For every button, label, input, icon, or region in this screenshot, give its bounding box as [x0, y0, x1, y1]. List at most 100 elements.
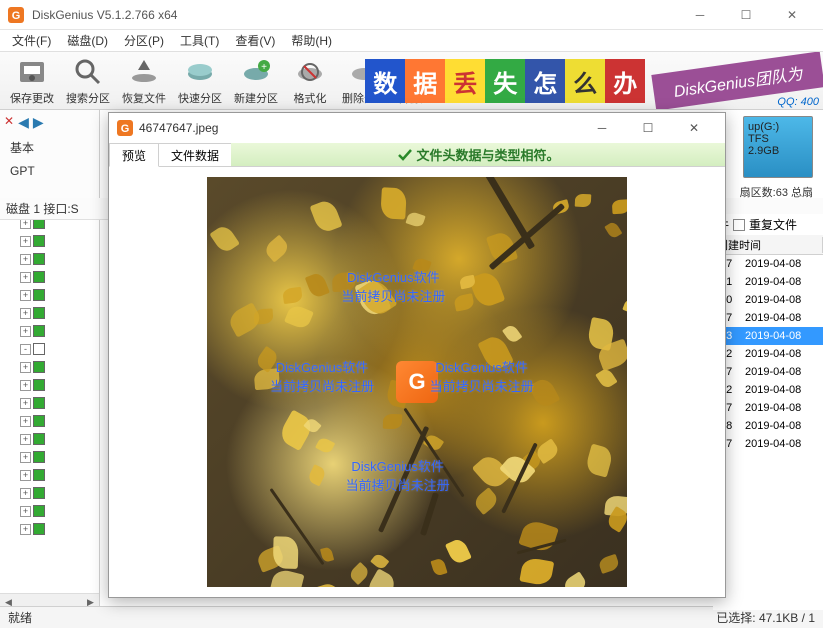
tree-color-icon [33, 487, 45, 499]
expand-icon[interactable]: + [20, 326, 31, 337]
expand-icon[interactable]: + [20, 290, 31, 301]
file-row[interactable]: :012019-04-08 [713, 273, 823, 291]
tree-row[interactable]: + [0, 304, 99, 322]
tree-row[interactable]: + [0, 412, 99, 430]
dup-label: 重复文件 [749, 216, 797, 233]
svg-text:G: G [121, 123, 130, 135]
file-row[interactable]: :272019-04-08 [713, 363, 823, 381]
expand-icon[interactable]: + [20, 380, 31, 391]
tree-row[interactable]: + [0, 376, 99, 394]
tree-row[interactable]: + [0, 232, 99, 250]
tree-row[interactable]: + [0, 430, 99, 448]
tree-row[interactable]: + [0, 502, 99, 520]
banner-char: 据 [405, 59, 445, 103]
preview-content: G DiskGenius软件当前拷贝尚未注册 DiskGenius软件当前拷贝尚… [109, 167, 725, 597]
preview-close[interactable]: ✕ [671, 113, 717, 143]
tree-row[interactable]: + [0, 520, 99, 538]
watermark: DiskGenius软件当前拷贝尚未注册 [270, 357, 374, 395]
file-row[interactable]: :132019-04-08 [713, 327, 823, 345]
svg-text:+: + [261, 62, 267, 73]
tree-row[interactable]: + [0, 286, 99, 304]
expand-icon[interactable]: + [20, 470, 31, 481]
expand-icon[interactable]: + [20, 398, 31, 409]
tab-preview[interactable]: 预览 [109, 143, 159, 167]
partition-size: 2.9GB [748, 145, 808, 157]
format-icon [294, 56, 326, 88]
expand-icon[interactable]: + [20, 362, 31, 373]
check-icon [397, 147, 413, 163]
expand-icon[interactable]: + [20, 272, 31, 283]
partition-name: up(G:) [748, 121, 808, 133]
expand-icon[interactable]: + [20, 452, 31, 463]
menu-help[interactable]: 帮助(H) [283, 30, 340, 51]
left-gpt[interactable]: GPT [0, 160, 99, 182]
left-basic[interactable]: 基本 [0, 135, 99, 160]
dup-checkbox[interactable] [733, 219, 745, 231]
tree-color-icon [33, 433, 45, 445]
expand-icon[interactable]: + [20, 308, 31, 319]
tree-color-icon [33, 235, 45, 247]
partition-block[interactable]: up(G:) TFS 2.9GB [743, 116, 813, 178]
tree-row[interactable]: + [0, 358, 99, 376]
tool-new[interactable]: +新建分区 [228, 54, 284, 108]
tree-color-icon [33, 253, 45, 265]
preview-maximize[interactable]: ☐ [625, 113, 671, 143]
menu-partition[interactable]: 分区(P) [116, 30, 172, 51]
quick-icon [184, 56, 216, 88]
nav-back-icon[interactable]: ◀ [18, 114, 29, 131]
preview-titlebar[interactable]: G 46747647.jpeg ─ ☐ ✕ [109, 113, 725, 143]
tree-row[interactable]: + [0, 322, 99, 340]
expand-icon[interactable]: + [20, 236, 31, 247]
expand-icon[interactable]: + [20, 488, 31, 499]
expand-icon[interactable]: - [20, 344, 31, 355]
file-row[interactable]: :522019-04-08 [713, 381, 823, 399]
menu-view[interactable]: 查看(V) [227, 30, 283, 51]
file-row[interactable]: :572019-04-08 [713, 309, 823, 327]
expand-icon[interactable]: + [20, 416, 31, 427]
expand-icon[interactable]: + [20, 254, 31, 265]
menu-disk[interactable]: 磁盘(D) [59, 30, 116, 51]
file-row[interactable]: :202019-04-08 [713, 291, 823, 309]
status-selected: 已选择: 47.1KB / 1 [716, 609, 815, 626]
expand-icon[interactable]: + [20, 434, 31, 445]
tree-row[interactable]: + [0, 250, 99, 268]
file-row[interactable]: :272019-04-08 [713, 399, 823, 417]
maximize-button[interactable]: ☐ [723, 0, 769, 30]
statusbar: 就绪 已选择: 47.1KB / 1 [0, 606, 823, 628]
menu-tools[interactable]: 工具(T) [172, 30, 227, 51]
tool-format[interactable]: 格式化 [284, 54, 336, 108]
file-row[interactable]: :272019-04-08 [713, 435, 823, 453]
banner-char: 办 [605, 59, 645, 103]
banner-qq: QQ: 400 [777, 96, 819, 108]
menu-file[interactable]: 文件(F) [4, 30, 59, 51]
tab-filedata[interactable]: 文件数据 [158, 143, 232, 166]
tool-search[interactable]: 搜索分区 [60, 54, 116, 108]
tree-row[interactable]: + [0, 394, 99, 412]
file-row[interactable]: :182019-04-08 [713, 417, 823, 435]
expand-icon[interactable]: + [20, 506, 31, 517]
preview-app-icon: G [117, 120, 133, 136]
tree-row[interactable]: + [0, 448, 99, 466]
banner-char: 数 [365, 59, 405, 103]
banner-char: 丢 [445, 59, 485, 103]
preview-minimize[interactable]: ─ [579, 113, 625, 143]
nav-close-icon[interactable]: ✕ [4, 114, 14, 131]
preview-image: G DiskGenius软件当前拷贝尚未注册 DiskGenius软件当前拷贝尚… [207, 177, 627, 587]
nav-fwd-icon[interactable]: ▶ [33, 114, 44, 131]
tool-quick[interactable]: 快速分区 [172, 54, 228, 108]
file-list: 件 重复文件 创建时间 :372019-04-08:012019-04-08:2… [713, 214, 823, 610]
tool-save[interactable]: 保存更改 [4, 54, 60, 108]
file-row[interactable]: :372019-04-08 [713, 255, 823, 273]
tree-row[interactable]: + [0, 466, 99, 484]
app-icon: G [8, 7, 24, 23]
expand-icon[interactable]: + [20, 524, 31, 535]
tree-row[interactable]: + [0, 484, 99, 502]
tree-color-icon [33, 343, 45, 355]
column-header[interactable]: 创建时间 [713, 235, 823, 255]
tree-row[interactable]: - [0, 340, 99, 358]
close-button[interactable]: ✕ [769, 0, 815, 30]
minimize-button[interactable]: ─ [677, 0, 723, 30]
tool-recover[interactable]: 恢复文件 [116, 54, 172, 108]
file-row[interactable]: :322019-04-08 [713, 345, 823, 363]
tree-row[interactable]: + [0, 268, 99, 286]
